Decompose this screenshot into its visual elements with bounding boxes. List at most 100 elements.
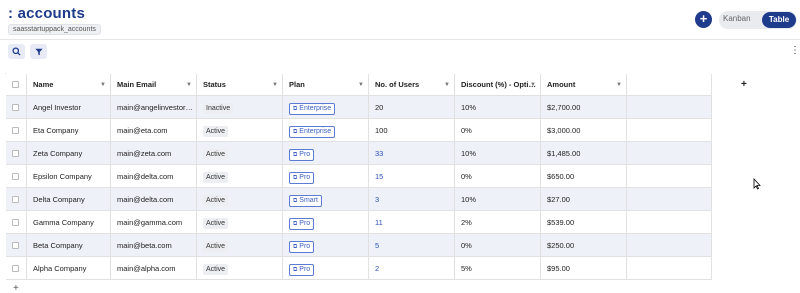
cell-users[interactable]: 11	[369, 211, 455, 234]
cell-status[interactable]: Active	[197, 165, 283, 188]
cell-plan[interactable]: ⧉ Pro	[283, 257, 369, 280]
cell-plan[interactable]: ⧉ Pro	[283, 165, 369, 188]
cell-discount[interactable]: 10%	[455, 142, 541, 165]
row-select-cell[interactable]	[6, 211, 27, 234]
cell-sub-date[interactable]	[627, 211, 712, 234]
table-row[interactable]: Delta Company main@delta.com Active ⧉ Smart 3…	[6, 188, 712, 211]
cell-name[interactable]: Eta Company	[27, 119, 111, 142]
plan-tag[interactable]: ⧉ Pro	[289, 264, 315, 276]
cell-name[interactable]: Gamma Company	[27, 211, 111, 234]
cell-email[interactable]: main@delta.com	[111, 188, 197, 211]
plan-tag[interactable]: ⧉ Pro	[289, 218, 315, 230]
column-header[interactable]: Main Email ▼	[111, 74, 197, 96]
table-row[interactable]: Beta Company main@beta.com Active ⧉ Pro 5 0% $2…	[6, 234, 712, 257]
row-checkbox[interactable]	[12, 265, 19, 272]
cell-sub-date[interactable]	[627, 96, 712, 119]
chevron-down-icon[interactable]: ▼	[272, 74, 278, 95]
row-select-cell[interactable]	[6, 257, 27, 280]
cell-amount[interactable]: $1,485.00	[541, 142, 627, 165]
column-header[interactable]: Plan ▼	[283, 74, 369, 96]
search-button[interactable]	[8, 44, 25, 59]
cell-discount[interactable]: 0%	[455, 234, 541, 257]
cell-plan[interactable]: ⧉ Pro	[283, 211, 369, 234]
cell-amount[interactable]: $250.00	[541, 234, 627, 257]
plan-tag[interactable]: ⧉ Enterprise	[289, 126, 336, 138]
add-row-button[interactable]: +	[13, 283, 19, 293]
cell-amount[interactable]: $2,700.00	[541, 96, 627, 119]
table-row[interactable]: Zeta Company main@zeta.com Active ⧉ Pro 33 10%…	[6, 142, 712, 165]
cell-discount[interactable]: 10%	[455, 188, 541, 211]
cell-amount[interactable]: $95.00	[541, 257, 627, 280]
chevron-down-icon[interactable]: ▼	[100, 74, 106, 95]
row-select-cell[interactable]	[6, 234, 27, 257]
cell-email[interactable]: main@gamma.com	[111, 211, 197, 234]
cell-email[interactable]: main@beta.com	[111, 234, 197, 257]
cell-sub-date[interactable]	[627, 188, 712, 211]
filter-button[interactable]	[30, 44, 47, 59]
cell-email[interactable]: main@zeta.com	[111, 142, 197, 165]
cell-status[interactable]: Active	[197, 234, 283, 257]
cell-discount[interactable]: 5%	[455, 257, 541, 280]
cell-users[interactable]: 100	[369, 119, 455, 142]
cell-plan[interactable]: ⧉ Smart	[283, 188, 369, 211]
chevron-down-icon[interactable]: ▼	[616, 74, 622, 95]
cell-name[interactable]: Delta Company	[27, 188, 111, 211]
cell-email[interactable]: main@eta.com	[111, 119, 197, 142]
cell-plan[interactable]: ⧉ Enterprise	[283, 96, 369, 119]
cell-sub-date[interactable]	[627, 234, 712, 257]
row-checkbox[interactable]	[12, 150, 19, 157]
add-column-cell[interactable]	[627, 74, 712, 96]
chevron-down-icon[interactable]: ▼	[530, 74, 536, 95]
table-row[interactable]: Angel Investor main@angelinvestor… Inactiv…	[6, 96, 712, 119]
cell-name[interactable]: Epsilon Company	[27, 165, 111, 188]
column-header[interactable]: Discount (%) - Opti… ▼	[455, 74, 541, 96]
cell-plan[interactable]: ⧉ Pro	[283, 234, 369, 257]
cell-plan[interactable]: ⧉ Pro	[283, 142, 369, 165]
cell-name[interactable]: Zeta Company	[27, 142, 111, 165]
cell-status[interactable]: Active	[197, 257, 283, 280]
table-row[interactable]: Eta Company main@eta.com Active ⧉ Enterprise…	[6, 119, 712, 142]
more-options-icon[interactable]: ⋮	[790, 45, 800, 56]
row-checkbox[interactable]	[12, 127, 19, 134]
plan-tag[interactable]: ⧉ Pro	[289, 149, 315, 161]
cell-name[interactable]: Alpha Company	[27, 257, 111, 280]
cell-email[interactable]: main@delta.com	[111, 165, 197, 188]
row-checkbox[interactable]	[12, 196, 19, 203]
row-select-cell[interactable]	[6, 142, 27, 165]
select-all-cell[interactable]	[6, 74, 27, 96]
chevron-down-icon[interactable]: ▼	[358, 74, 364, 95]
row-select-cell[interactable]	[6, 188, 27, 211]
column-header[interactable]: No. of Users ▼	[369, 74, 455, 96]
cell-status[interactable]: Active	[197, 188, 283, 211]
cell-discount[interactable]: 0%	[455, 165, 541, 188]
cell-sub-date[interactable]	[627, 165, 712, 188]
cell-amount[interactable]: $539.00	[541, 211, 627, 234]
plan-tag[interactable]: ⧉ Pro	[289, 241, 315, 253]
cell-status[interactable]: Active	[197, 211, 283, 234]
cell-status[interactable]: Inactive	[197, 96, 283, 119]
cell-status[interactable]: Active	[197, 119, 283, 142]
cell-email[interactable]: main@angelinvestor…	[111, 96, 197, 119]
chevron-down-icon[interactable]: ▼	[186, 74, 192, 95]
plan-tag[interactable]: ⧉ Pro	[289, 172, 315, 184]
row-checkbox[interactable]	[12, 219, 19, 226]
cell-name[interactable]: Beta Company	[27, 234, 111, 257]
row-select-cell[interactable]	[6, 96, 27, 119]
select-all-checkbox[interactable]	[12, 81, 19, 88]
cell-sub-date[interactable]	[627, 119, 712, 142]
row-checkbox[interactable]	[12, 104, 19, 111]
cell-amount[interactable]: $3,000.00	[541, 119, 627, 142]
add-column-button[interactable]: +	[741, 79, 747, 90]
cell-users[interactable]: 33	[369, 142, 455, 165]
chevron-down-icon[interactable]: ▼	[444, 74, 450, 95]
cell-amount[interactable]: $650.00	[541, 165, 627, 188]
column-header[interactable]: Status ▼	[197, 74, 283, 96]
table-row[interactable]: Gamma Company main@gamma.com Active ⧉ Pro 11 2…	[6, 211, 712, 234]
cell-status[interactable]: Active	[197, 142, 283, 165]
cell-sub-date[interactable]	[627, 257, 712, 280]
cell-discount[interactable]: 0%	[455, 119, 541, 142]
row-checkbox[interactable]	[12, 242, 19, 249]
plan-tag[interactable]: ⧉ Smart	[289, 195, 322, 207]
row-select-cell[interactable]	[6, 119, 27, 142]
cell-sub-date[interactable]	[627, 142, 712, 165]
